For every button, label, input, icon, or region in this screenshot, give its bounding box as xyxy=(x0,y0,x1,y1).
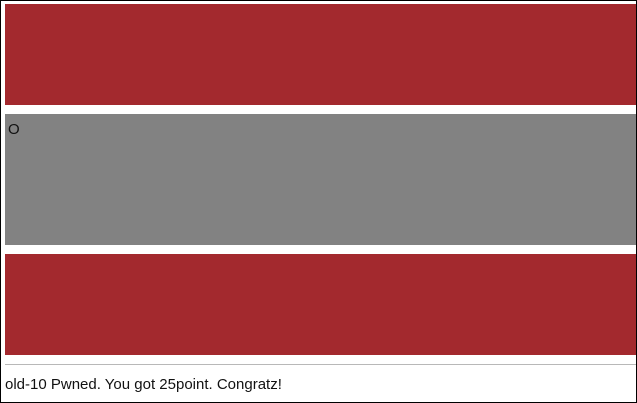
position-marker: O xyxy=(8,121,20,138)
horizontal-divider xyxy=(5,364,636,365)
bottom-red-band xyxy=(5,254,636,355)
middle-gray-band: O xyxy=(5,114,636,245)
status-message: old-10 Pwned. You got 25point. Congratz! xyxy=(5,376,282,393)
top-red-band xyxy=(5,4,636,105)
page-frame: O old-10 Pwned. You got 25point. Congrat… xyxy=(0,0,637,403)
